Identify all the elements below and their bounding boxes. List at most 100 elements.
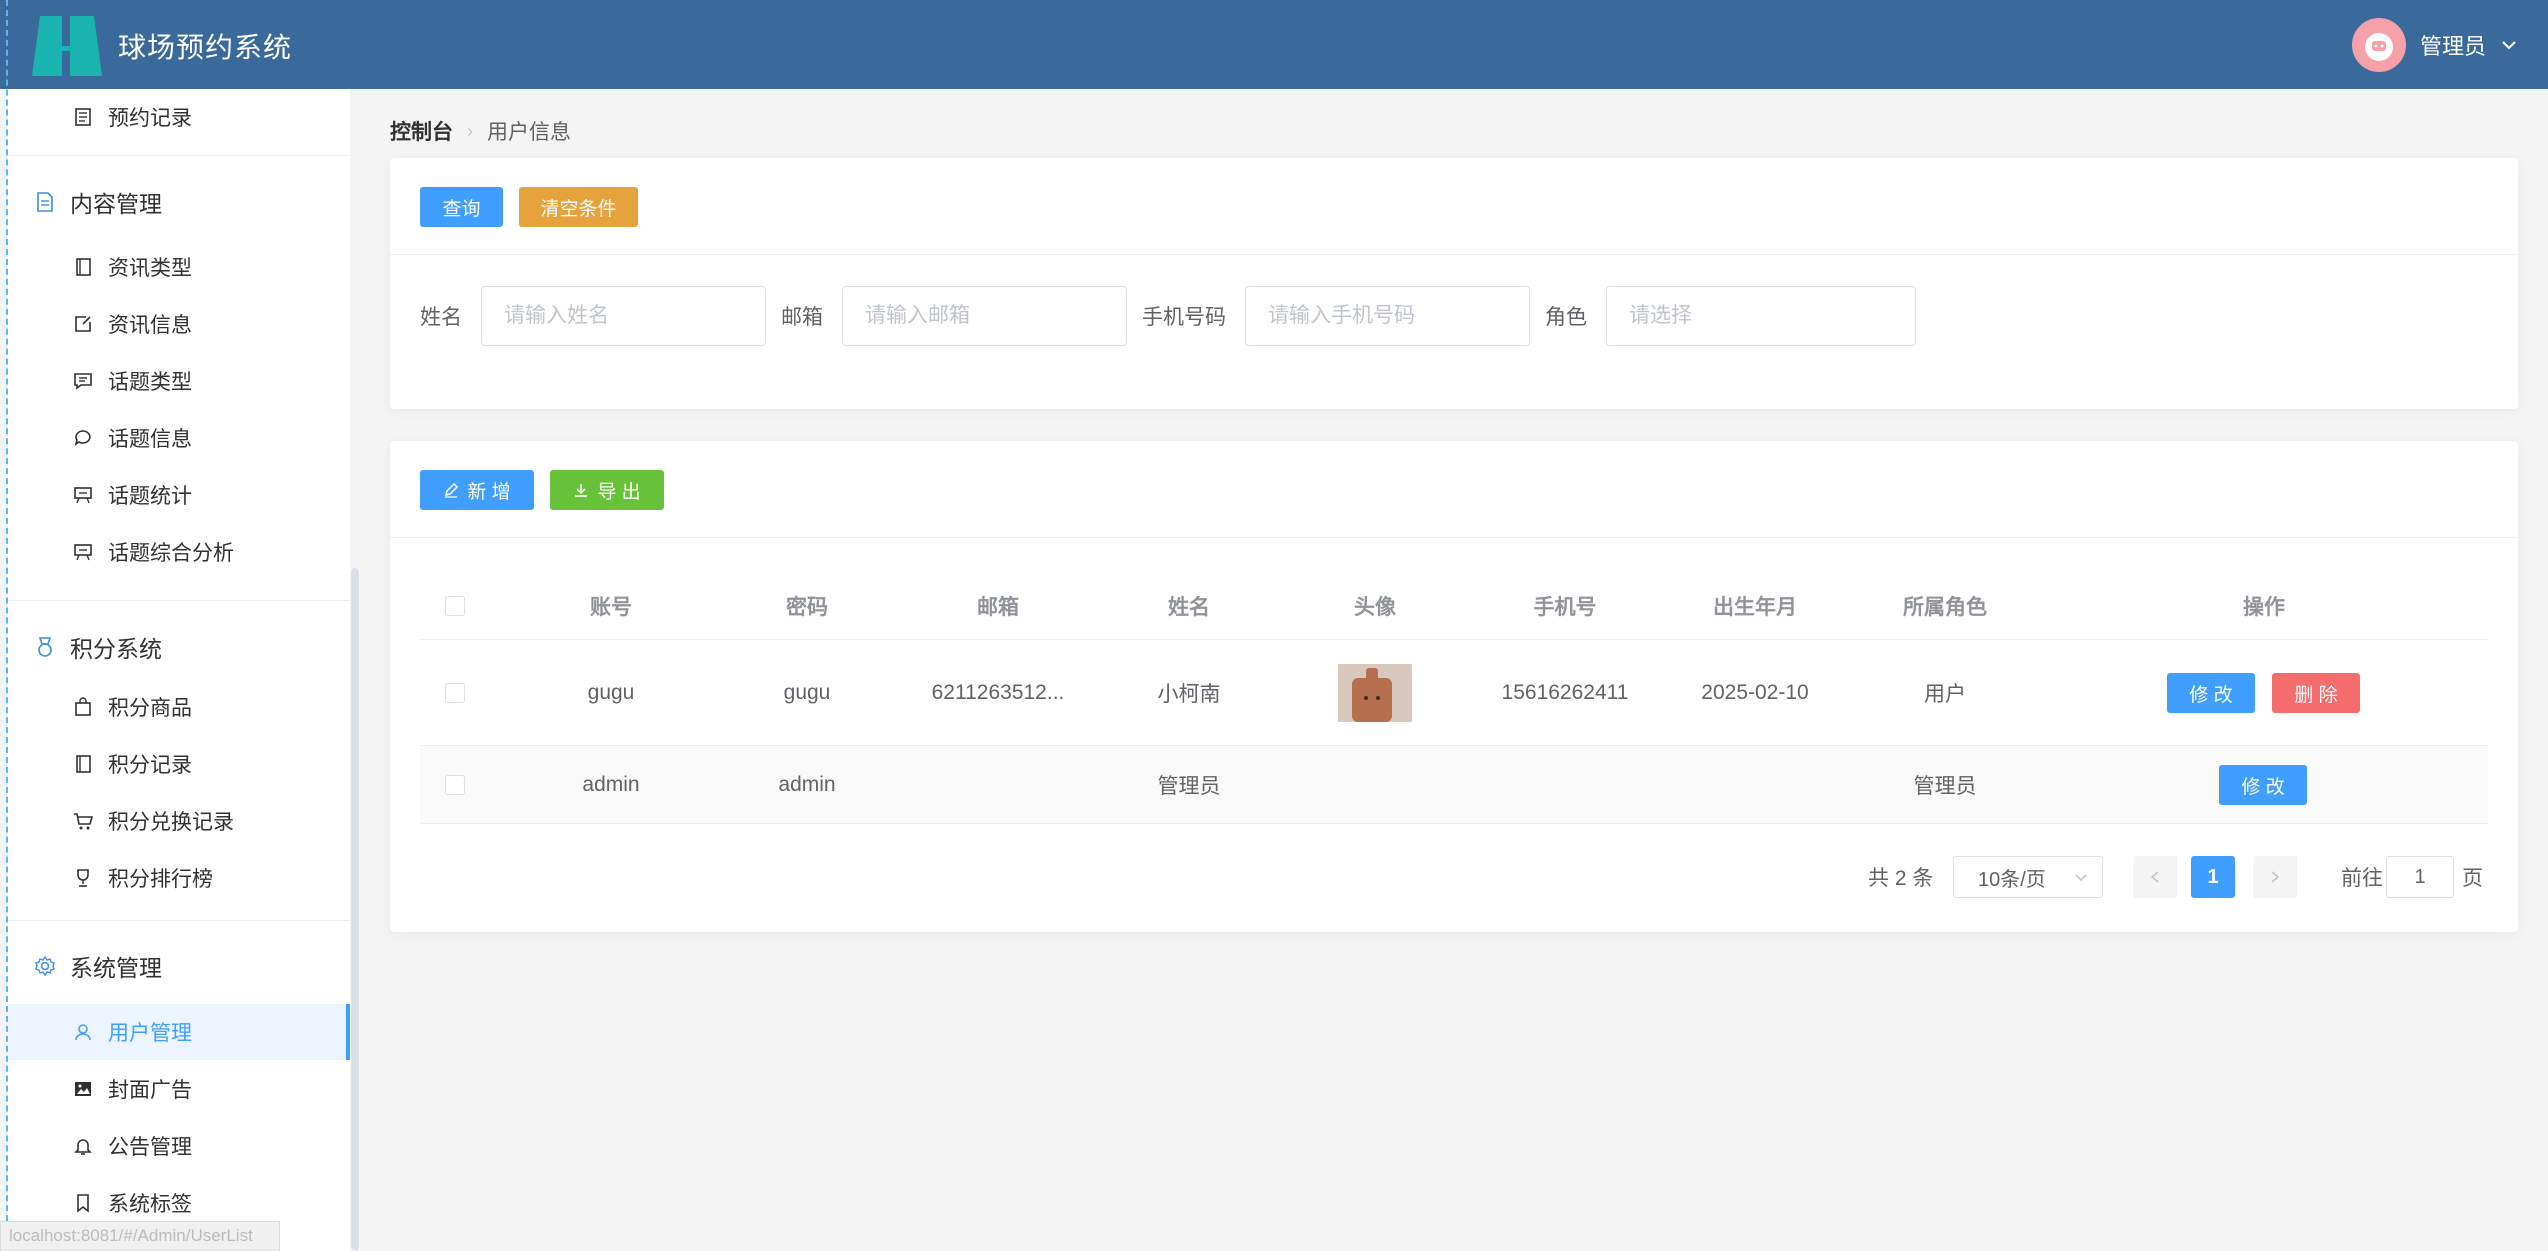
sidebar-item-points-goods[interactable]: 积分商品 (8, 679, 350, 735)
export-button[interactable]: 导 出 (550, 470, 664, 510)
sidebar-item-points-records[interactable]: 积分记录 (8, 736, 350, 792)
sidebar-item-label: 用户管理 (108, 1022, 192, 1045)
sidebar-item-announcements[interactable]: 公告管理 (8, 1118, 350, 1174)
bell-icon (72, 1135, 94, 1157)
page-size-select[interactable]: 10条/页 (1953, 856, 2103, 898)
sidebar-item-label: 预约记录 (108, 107, 192, 130)
sidebar-item-label: 积分商品 (108, 697, 192, 720)
column-header[interactable]: 姓名 (1098, 572, 1280, 639)
chevron-right-icon: › (467, 120, 473, 141)
delete-button[interactable]: 删 除 (2272, 673, 2360, 713)
email-input[interactable] (842, 286, 1127, 346)
gear-icon (32, 953, 58, 979)
sidebar-item-label: 系统标签 (108, 1193, 192, 1216)
sidebar-item-points-exchange[interactable]: 积分兑换记录 (8, 793, 350, 849)
page-size-value: 10条/页 (1978, 868, 2046, 891)
column-header[interactable]: 账号 (506, 572, 716, 639)
next-page-button[interactable] (2253, 856, 2297, 898)
sidebar-item-news-types[interactable]: 资讯类型 (8, 239, 350, 295)
sidebar-item-points-ranking[interactable]: 积分排行榜 (8, 850, 350, 906)
status-url: localhost:8081/#/Admin/UserList (0, 1221, 280, 1251)
goto-page-input[interactable]: 1 (2386, 856, 2454, 898)
sidebar-item-label: 资讯信息 (108, 314, 192, 337)
row-checkbox[interactable] (445, 774, 465, 795)
edit-button[interactable]: 修 改 (2167, 673, 2255, 713)
sidebar-item-topic-info[interactable]: 话题信息 (8, 410, 350, 466)
edit-button[interactable]: 修 改 (2219, 765, 2307, 805)
cell-email: 6211263512... (931, 680, 1065, 704)
sidebar-item-topic-stats[interactable]: 话题统计 (8, 467, 350, 523)
column-header[interactable]: 密码 (716, 572, 898, 639)
cell-password: gugu (783, 680, 831, 704)
sidebar-group-label: 内容管理 (70, 191, 162, 217)
pagination-total: 共 2 条 (1868, 867, 1934, 890)
medal-icon (32, 634, 58, 660)
sidebar-item-topic-types[interactable]: 话题类型 (8, 353, 350, 409)
chevron-down-icon (2502, 41, 2516, 50)
sidebar-item-user-management[interactable]: 用户管理 (8, 1004, 350, 1060)
document-icon (72, 106, 94, 128)
phone-label: 手机号码 (1142, 306, 1226, 329)
user-avatar-image[interactable] (1338, 663, 1412, 722)
chevron-down-icon (2075, 874, 2087, 882)
download-icon (575, 484, 588, 497)
row-checkbox[interactable] (445, 682, 465, 703)
column-header[interactable]: 手机号 (1470, 572, 1660, 639)
edit-icon (445, 482, 459, 498)
cell-role: 用户 (1924, 682, 1966, 706)
card-divider (390, 254, 2518, 255)
cell-name: 管理员 (1157, 774, 1221, 798)
email-label: 邮箱 (781, 306, 823, 329)
name-label: 姓名 (420, 306, 462, 329)
goto-prefix: 前往 (2341, 867, 2383, 890)
column-header[interactable]: 出生年月 (1660, 572, 1850, 639)
cell-password: admin (778, 772, 836, 796)
sidebar-item-label: 积分记录 (108, 754, 192, 777)
add-button-label: 新 增 (467, 481, 511, 503)
user-icon (72, 1021, 94, 1043)
sidebar-item-topic-analysis[interactable]: 话题综合分析 (8, 524, 350, 580)
breadcrumb-home[interactable]: 控制台 (390, 116, 453, 146)
file-text-icon (32, 189, 58, 215)
user-avatar (2351, 18, 2406, 72)
app-title: 球场预约系统 (118, 32, 293, 63)
sidebar-scrollbar[interactable] (351, 568, 359, 1251)
sidebar-group-content[interactable]: 内容管理 (8, 172, 350, 232)
add-button[interactable]: 新 增 (420, 470, 534, 510)
sidebar-group-system[interactable]: 系统管理 (8, 936, 350, 996)
sidebar-item-news-info[interactable]: 资讯信息 (8, 296, 350, 352)
table-header: 账号 密码 邮箱 姓名 头像 手机号 出生年月 所属角色 操作 (420, 572, 2488, 640)
clear-conditions-button[interactable]: 清空条件 (519, 187, 638, 227)
chat-round-icon (72, 427, 94, 449)
table-row: gugu gugu 6211263512... 小柯南 15616262411 … (420, 640, 2488, 746)
chat-square-icon (72, 370, 94, 392)
sidebar-item-label: 话题信息 (108, 428, 192, 451)
cell-birth (1660, 746, 1850, 823)
user-name: 管理员 (2419, 34, 2486, 59)
column-header[interactable]: 头像 (1280, 572, 1470, 639)
prev-page-button[interactable] (2133, 856, 2177, 898)
select-all-checkbox[interactable] (445, 595, 465, 616)
cart-icon (72, 810, 94, 832)
name-input[interactable] (481, 286, 766, 346)
cell-phone: 15616262411 (1501, 680, 1629, 704)
sidebar-item-label: 积分排行榜 (108, 868, 213, 891)
export-button-label: 导 出 (597, 481, 641, 503)
sidebar: 预约记录 内容管理 资讯类型 资讯信息 话题类型 话题信息 话题统计 话题综合分… (8, 89, 350, 1251)
column-header[interactable]: 邮箱 (898, 572, 1098, 639)
page-number[interactable]: 1 (2191, 856, 2235, 898)
sidebar-item-cover-ads[interactable]: 封面广告 (8, 1061, 350, 1117)
user-menu[interactable]: 管理员 (2351, 18, 2518, 72)
sidebar-group-points[interactable]: 积分系统 (8, 617, 350, 677)
phone-input[interactable] (1245, 286, 1530, 346)
cell-role: 管理员 (1913, 774, 1977, 798)
query-button[interactable]: 查询 (420, 187, 503, 227)
column-header[interactable]: 所属角色 (1850, 572, 2040, 639)
chevron-left-icon (2150, 871, 2159, 883)
cell-name: 小柯南 (1157, 682, 1221, 706)
sidebar-item-booking-records[interactable]: 预约记录 (8, 89, 350, 145)
role-label: 角色 (1545, 306, 1587, 329)
role-select[interactable] (1606, 286, 1916, 346)
breadcrumb: 控制台 › 用户信息 (390, 116, 571, 146)
cell-email (898, 746, 1098, 823)
